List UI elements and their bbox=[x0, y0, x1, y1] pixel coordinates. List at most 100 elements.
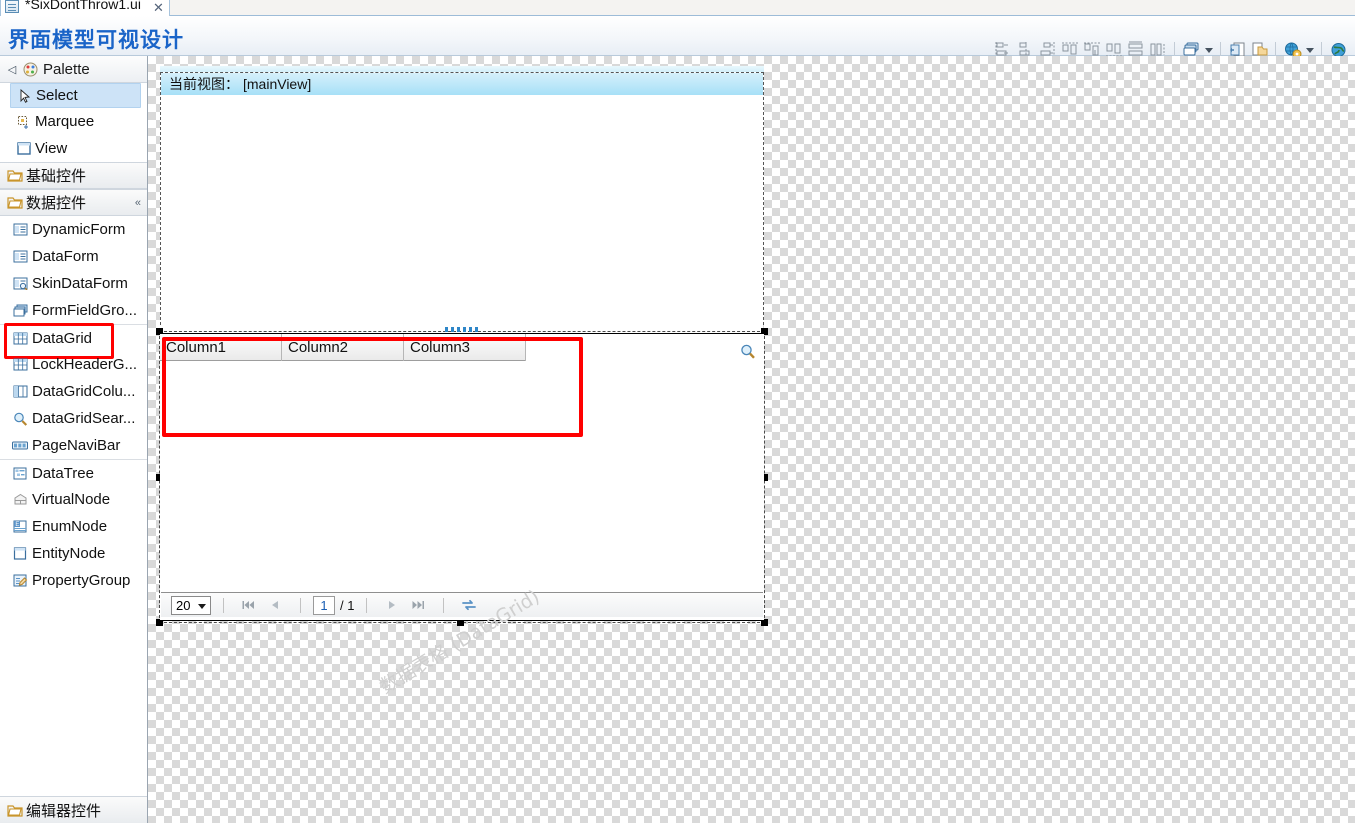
grid-column-icon bbox=[8, 385, 32, 398]
palette-item-enumnode[interactable]: E EnumNode bbox=[0, 513, 147, 540]
palette-tool-select[interactable]: Select bbox=[10, 83, 141, 108]
grid-icon bbox=[8, 358, 32, 371]
palette-item-pagenavibar[interactable]: PageNaviBar bbox=[0, 432, 147, 459]
datagrid-body[interactable]: Column1 Column2 Column3 20 1 / 1 bbox=[160, 333, 764, 621]
marquee-select-icon bbox=[13, 115, 35, 129]
cursor-arrow-icon bbox=[14, 88, 36, 103]
palette-item-label: EntityNode bbox=[32, 545, 106, 562]
palette-item-dynamicform[interactable]: DynamicForm bbox=[0, 216, 147, 243]
palette-item-label: PageNaviBar bbox=[32, 437, 121, 454]
palette-title: Palette bbox=[43, 60, 90, 78]
palette-section-label: 数据控件 bbox=[26, 195, 87, 212]
palette-tool-view[interactable]: View bbox=[0, 135, 147, 162]
datagrid-column-header[interactable]: Column3 bbox=[404, 334, 526, 361]
datagrid-widget[interactable]: Column1 Column2 Column3 20 1 / 1 数据表格 (D… bbox=[156, 327, 768, 698]
palette-item-label: LockHeaderG... bbox=[32, 356, 138, 373]
view-header: 当前视图： [mainView] bbox=[161, 73, 763, 95]
view-header-value: [mainView] bbox=[243, 76, 312, 92]
pager-separator bbox=[366, 597, 368, 613]
title-bar: 界面模型可视设计 bbox=[0, 16, 1355, 59]
folder-icon bbox=[4, 169, 26, 182]
page-size-select[interactable]: 20 bbox=[171, 595, 211, 615]
next-page-icon[interactable] bbox=[379, 595, 405, 615]
palette-item-label: EnumNode bbox=[32, 518, 108, 535]
collapse-icon[interactable]: ◁ bbox=[4, 63, 20, 76]
view-rect-icon bbox=[13, 142, 35, 155]
palette-footer-label: 编辑器控件 bbox=[26, 802, 102, 820]
palette-tool-label: Marquee bbox=[35, 113, 95, 130]
palette-item-datagrid[interactable]: DataGrid bbox=[0, 323, 147, 359]
palette-item-label: DataGrid bbox=[32, 329, 93, 347]
folder-icon bbox=[4, 196, 26, 209]
palette-item-label: SkinDataForm bbox=[32, 275, 128, 292]
form-icon bbox=[8, 250, 32, 263]
editor-tab-strip: *SixDontThrow1.ui ✕ bbox=[0, 0, 1355, 16]
palette-icon bbox=[20, 62, 40, 77]
editor-file-icon bbox=[5, 0, 19, 13]
chevron-collapse-icon[interactable]: « bbox=[135, 197, 141, 209]
palette-item-datagridsearch[interactable]: DataGridSear... bbox=[0, 405, 147, 432]
view-body[interactable] bbox=[161, 95, 763, 346]
grid-icon bbox=[8, 332, 32, 345]
tree-icon bbox=[8, 467, 32, 480]
folder-icon bbox=[4, 804, 26, 817]
palette-item-label: FormFieldGro... bbox=[32, 302, 138, 319]
form-icon bbox=[8, 223, 32, 236]
last-page-icon[interactable] bbox=[405, 595, 431, 615]
palette-item-propertygroup[interactable]: PropertyGroup bbox=[0, 567, 147, 594]
magnifier-icon[interactable] bbox=[740, 344, 756, 360]
page-navi-icon bbox=[8, 441, 32, 451]
pager-separator bbox=[443, 597, 445, 613]
palette-section-data[interactable]: 数据控件 « bbox=[0, 189, 147, 216]
palette-item-formfieldgroup[interactable]: FormFieldGro... bbox=[0, 297, 147, 324]
palette-tool-label: View bbox=[35, 140, 68, 157]
palette-item-datatree[interactable]: DataTree bbox=[0, 459, 147, 486]
palette-section-editor[interactable]: 编辑器控件 bbox=[0, 796, 147, 823]
palette-tool-label: Select bbox=[36, 87, 78, 104]
editor-tab-label: *SixDontThrow1.ui bbox=[25, 0, 141, 12]
palette-panel: ◁ Palette Select Marquee View 基础控件 数据控件 … bbox=[0, 56, 148, 823]
first-page-icon[interactable] bbox=[236, 595, 262, 615]
palette-item-label: VirtualNode bbox=[32, 491, 111, 508]
page-number-input[interactable]: 1 bbox=[313, 595, 335, 615]
palette-item-label: DataGridColu... bbox=[32, 383, 136, 400]
palette-header: ◁ Palette bbox=[0, 56, 147, 83]
close-icon[interactable]: ✕ bbox=[153, 1, 164, 14]
pager-separator bbox=[223, 597, 224, 613]
enum-node-icon: E bbox=[8, 520, 32, 533]
palette-item-label: DataForm bbox=[32, 248, 99, 265]
property-group-icon bbox=[8, 574, 32, 587]
palette-item-lockheadergrid[interactable]: LockHeaderG... bbox=[0, 351, 147, 378]
editor-tab[interactable]: *SixDontThrow1.ui ✕ bbox=[0, 0, 170, 16]
form-group-icon bbox=[8, 304, 32, 317]
palette-section-basic[interactable]: 基础控件 bbox=[0, 162, 147, 189]
prev-page-icon[interactable] bbox=[262, 595, 288, 615]
drag-handle[interactable] bbox=[445, 327, 479, 332]
palette-item-virtualnode[interactable]: VirtualNode bbox=[0, 486, 147, 513]
datagrid-header-row: Column1 Column2 Column3 bbox=[160, 334, 526, 361]
palette-item-label: PropertyGroup bbox=[32, 572, 131, 589]
palette-tool-marquee[interactable]: Marquee bbox=[0, 108, 147, 135]
page-size-value: 20 bbox=[176, 597, 191, 613]
palette-item-dataform[interactable]: DataForm bbox=[0, 243, 147, 270]
palette-item-datagridcolumn[interactable]: DataGridColu... bbox=[0, 378, 147, 405]
view-panel[interactable]: 当前视图： [mainView] bbox=[160, 72, 764, 346]
refresh-icon[interactable] bbox=[456, 595, 482, 615]
palette-item-skindataform[interactable]: SkinDataForm bbox=[0, 270, 147, 297]
skin-form-icon bbox=[8, 277, 32, 290]
svg-text:E: E bbox=[15, 522, 19, 528]
pager-separator bbox=[300, 597, 301, 613]
palette-item-entitynode[interactable]: EntityNode bbox=[0, 540, 147, 567]
page-title: 界面模型可视设计 bbox=[8, 29, 184, 52]
palette-item-label: DataGridSear... bbox=[32, 410, 136, 427]
page-total-label: / 1 bbox=[340, 597, 355, 613]
entity-node-icon bbox=[8, 547, 32, 560]
datagrid-column-header[interactable]: Column1 bbox=[160, 334, 282, 361]
palette-section-label: 基础控件 bbox=[26, 168, 87, 185]
datagrid-column-header[interactable]: Column2 bbox=[282, 334, 404, 361]
virtual-node-icon bbox=[8, 493, 32, 506]
palette-item-label: DynamicForm bbox=[32, 221, 126, 238]
design-canvas[interactable]: 当前视图： [mainView] Column1 Column2 Column3 bbox=[148, 56, 1355, 823]
view-header-label: 当前视图： bbox=[169, 76, 239, 92]
magnifier-icon bbox=[8, 412, 32, 426]
